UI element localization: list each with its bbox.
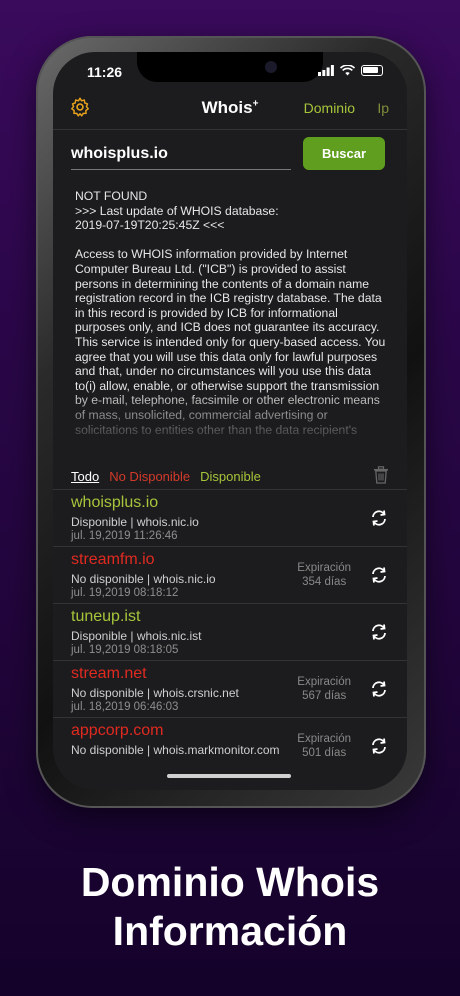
filter-unavailable[interactable]: No Disponible [109,469,190,484]
domain-name: stream.net [71,665,147,682]
domain-status: Disponible | whois.nic.ist [71,629,202,643]
domain-name: tuneup.ist [71,608,141,625]
tab-dominio[interactable]: Dominio [304,100,355,116]
battery-icon [361,65,383,76]
list-item[interactable]: whoisplus.io Disponible | whois.nic.io j… [53,489,407,546]
domain-status: No disponible | whois.crsnic.net [71,686,239,700]
list-item[interactable]: tuneup.ist Disponible | whois.nic.ist ju… [53,603,407,660]
wifi-icon [340,65,355,76]
notch [137,52,323,82]
domain-name: streamfm.io [71,551,155,568]
tab-ip[interactable]: Ip [377,100,389,116]
list-item[interactable]: appcorp.com No disponible | whois.markmo… [53,717,407,774]
filter-all[interactable]: Todo [71,469,99,484]
list-item[interactable]: streamfm.io No disponible | whois.nic.io… [53,546,407,603]
domain-date: jul. 19,2019 08:18:05 [71,644,179,656]
filter-bar: Todo No Disponible Disponible [71,469,261,484]
domain-date: jul. 18,2019 06:46:03 [71,701,179,713]
search-input[interactable] [71,138,291,170]
history-list: whoisplus.io Disponible | whois.nic.io j… [53,489,407,774]
navbar-divider [53,129,407,130]
promo-caption: Dominio Whois Información [80,859,380,954]
status-time: 11:26 [87,64,123,80]
domain-status: No disponible | whois.markmonitor.com [71,743,280,757]
home-indicator[interactable] [167,774,291,778]
domain-status: No disponible | whois.nic.io [71,572,216,586]
refresh-icon[interactable] [369,565,389,585]
app-screen: 11:26 Whois+ Dominio Ip Buscar NOT FOUND… [53,52,407,790]
refresh-icon[interactable] [369,622,389,642]
domain-name: appcorp.com [71,722,164,739]
filter-available[interactable]: Disponible [200,469,261,484]
list-item[interactable]: stream.net No disponible | whois.crsnic.… [53,660,407,717]
refresh-icon[interactable] [369,736,389,756]
status-icons [318,65,383,76]
domain-name: whoisplus.io [71,494,159,511]
expiration-info: Expiración 567 días [297,676,351,702]
navbar: Whois+ Dominio Ip [53,88,407,128]
trash-icon[interactable] [373,466,389,484]
domain-date: jul. 19,2019 08:18:12 [71,587,179,599]
expiration-info: Expiración 354 días [297,562,351,588]
search-button[interactable]: Buscar [303,137,385,170]
camera-icon [265,61,277,73]
signal-icon [318,65,334,76]
domain-date: jul. 19,2019 11:26:46 [71,530,178,542]
expiration-info: Expiración 501 días [297,733,351,759]
domain-status: Disponible | whois.nic.io [71,515,199,529]
refresh-icon[interactable] [369,508,389,528]
text-fade [53,387,407,449]
refresh-icon[interactable] [369,679,389,699]
